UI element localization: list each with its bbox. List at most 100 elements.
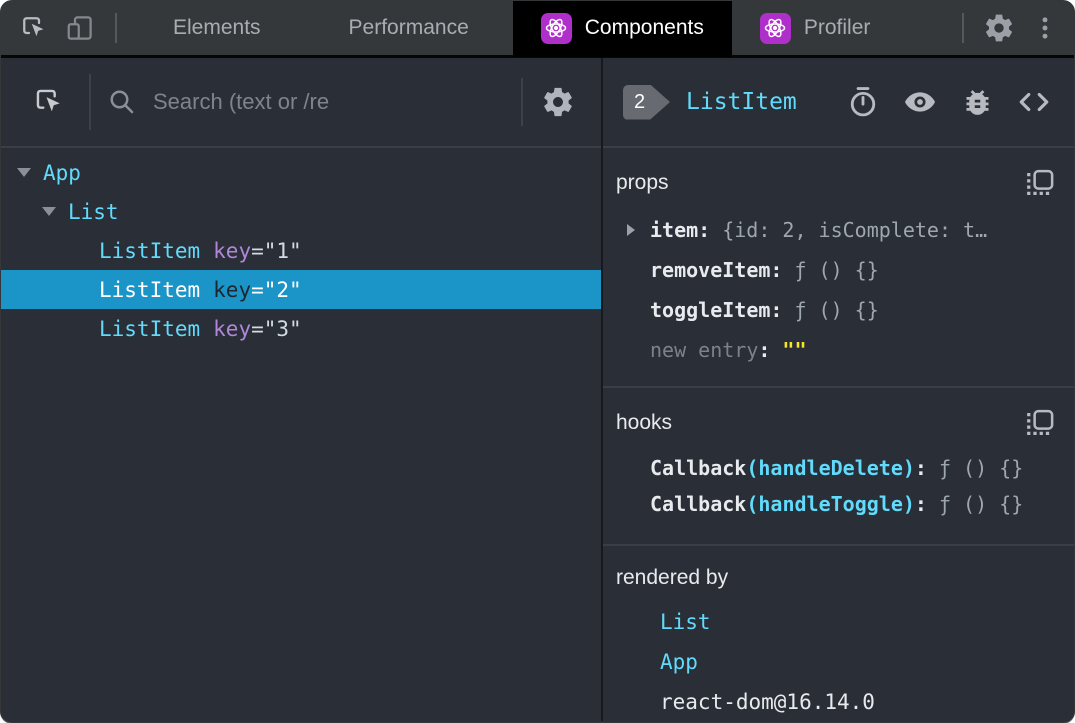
new-entry-value[interactable]: "" (782, 338, 806, 362)
search-input[interactable] (153, 89, 503, 115)
renderer-version: react-dom@16.14.0 (660, 690, 875, 714)
hook-type: Callback (650, 492, 747, 516)
hook-row-handledelete[interactable]: Callback (handleDelete): ƒ () {} (603, 450, 1074, 486)
key-attribute: key (213, 316, 252, 341)
hook-name: (handleDelete) (746, 456, 915, 480)
props-section: props item: {id: 2, isComplete: t… remov… (603, 148, 1074, 388)
bug-icon (961, 86, 994, 119)
rendered-by-title: rendered by (616, 566, 729, 589)
hook-value: ƒ () {} (938, 456, 1024, 480)
prop-row-item[interactable]: item: {id: 2, isComplete: t… (603, 210, 1074, 250)
tabbar-separator (962, 13, 964, 43)
devtools-window: Elements Performance Components Profiler… (0, 0, 1075, 723)
hook-name: (handleToggle) (746, 492, 915, 516)
component-name: ListItem (99, 238, 201, 263)
component-tree: App List ListItem key ="1" ListItem key ="2"… (1, 148, 601, 348)
components-tree-panel: App List ListItemkey="1" ListItemkey="2"… (1, 58, 603, 721)
new-entry-name[interactable]: new entry (650, 338, 758, 362)
inspect-dom-button[interactable] (902, 84, 938, 120)
copy-props-button[interactable] (1024, 168, 1054, 198)
settings-button[interactable] (976, 1, 1022, 57)
component-name: List (68, 199, 119, 224)
tab-elements[interactable]: Elements (129, 1, 305, 57)
chevron-right-icon[interactable] (627, 224, 635, 236)
device-toolbar-icon (65, 13, 95, 43)
suspend-toggle-button[interactable] (845, 84, 881, 120)
owner-link[interactable]: List (660, 610, 711, 634)
component-inspector-panel: 2 ListItem props item: {id: 2, isComplet… (603, 58, 1074, 721)
react-icon (759, 12, 791, 44)
more-options-button[interactable] (1022, 1, 1068, 57)
owner-row-list[interactable]: List (603, 602, 1074, 642)
owner-row-app[interactable]: App (603, 642, 1074, 682)
tab-label: Performance (348, 16, 469, 39)
view-source-button[interactable] (1016, 84, 1052, 120)
chevron-down-icon[interactable] (42, 207, 56, 216)
gear-icon (983, 12, 1015, 44)
tree-item-list[interactable]: List (1, 192, 601, 231)
kebab-menu-icon (1031, 14, 1059, 42)
timer-icon (846, 85, 880, 119)
hooks-section: hooks Callback (handleDelete): ƒ () {} C… (603, 388, 1074, 546)
inspector-header: 2 ListItem (603, 58, 1074, 148)
tab-performance[interactable]: Performance (305, 1, 513, 57)
view-source-icon (1016, 84, 1052, 120)
react-icon (540, 12, 572, 44)
key-attribute: key (213, 277, 252, 302)
chevron-down-icon[interactable] (17, 168, 31, 177)
prop-value[interactable]: {id: 2, isComplete: t… (722, 218, 987, 242)
tree-item-listitem-1[interactable]: ListItem key ="1" (1, 231, 601, 270)
toolbar-separator (521, 78, 523, 126)
copy-icon (1027, 409, 1054, 435)
device-toolbar-button[interactable] (57, 1, 103, 57)
tab-label: Elements (173, 16, 261, 39)
tab-label: Profiler (803, 16, 871, 39)
colon: : (758, 338, 771, 362)
prop-name: item: (650, 218, 711, 242)
component-name: App (43, 160, 81, 185)
copy-icon (1027, 169, 1054, 195)
eye-icon (902, 84, 938, 120)
gear-icon (541, 85, 575, 119)
props-section-title: props (616, 171, 669, 194)
hooks-section-title: hooks (616, 411, 673, 434)
component-name: ListItem (99, 316, 201, 341)
select-element-button[interactable] (31, 85, 67, 119)
key-value: ="2" (251, 277, 302, 302)
log-to-console-button[interactable] (959, 84, 995, 120)
tab-components[interactable]: Components (512, 1, 732, 57)
prop-row-removeitem[interactable]: removeItem: ƒ () {} (603, 250, 1074, 290)
tree-item-app[interactable]: App (1, 153, 601, 192)
prop-row-new-entry[interactable]: new entry: "" (603, 330, 1074, 370)
prop-name: removeItem: (650, 258, 783, 282)
hook-value: ƒ () {} (938, 492, 1024, 516)
devtools-tabbar: Elements Performance Components Profiler (1, 1, 1074, 58)
rendered-by-section: rendered by List App react-dom@16.14.0 (603, 546, 1074, 721)
owner-row-react-dom: react-dom@16.14.0 (603, 682, 1074, 721)
prop-name: toggleItem: (650, 298, 783, 322)
key-value: ="3" (251, 316, 302, 341)
prop-row-toggleitem[interactable]: toggleItem: ƒ () {} (603, 290, 1074, 330)
prop-value[interactable]: ƒ () {} (794, 258, 878, 282)
tree-item-listitem-2-selected[interactable]: ListItem key ="2" (1, 270, 601, 309)
search-icon (107, 87, 137, 117)
copy-hooks-button[interactable] (1024, 408, 1054, 438)
hook-row-handletoggle[interactable]: Callback (handleToggle): ƒ () {} (603, 486, 1074, 522)
colon: : (914, 492, 927, 516)
inspect-icon (32, 85, 66, 119)
selected-component-title: ListItem (686, 89, 797, 115)
tab-label: Components (584, 16, 704, 39)
inspect-element-button[interactable] (11, 1, 57, 57)
tree-item-listitem-3[interactable]: ListItem key ="3" (1, 309, 601, 348)
tree-toolbar (1, 58, 601, 148)
tab-profiler[interactable]: Profiler (732, 1, 899, 57)
owner-link[interactable]: App (660, 650, 698, 674)
tabbar-separator (115, 13, 117, 43)
key-attribute: key (213, 238, 252, 263)
inspect-icon (19, 13, 49, 43)
component-name: ListItem (99, 277, 201, 302)
tree-settings-button[interactable] (541, 85, 575, 119)
toolbar-separator (89, 74, 91, 130)
selected-index-badge: 2 (623, 84, 670, 120)
prop-value[interactable]: ƒ () {} (794, 298, 878, 322)
